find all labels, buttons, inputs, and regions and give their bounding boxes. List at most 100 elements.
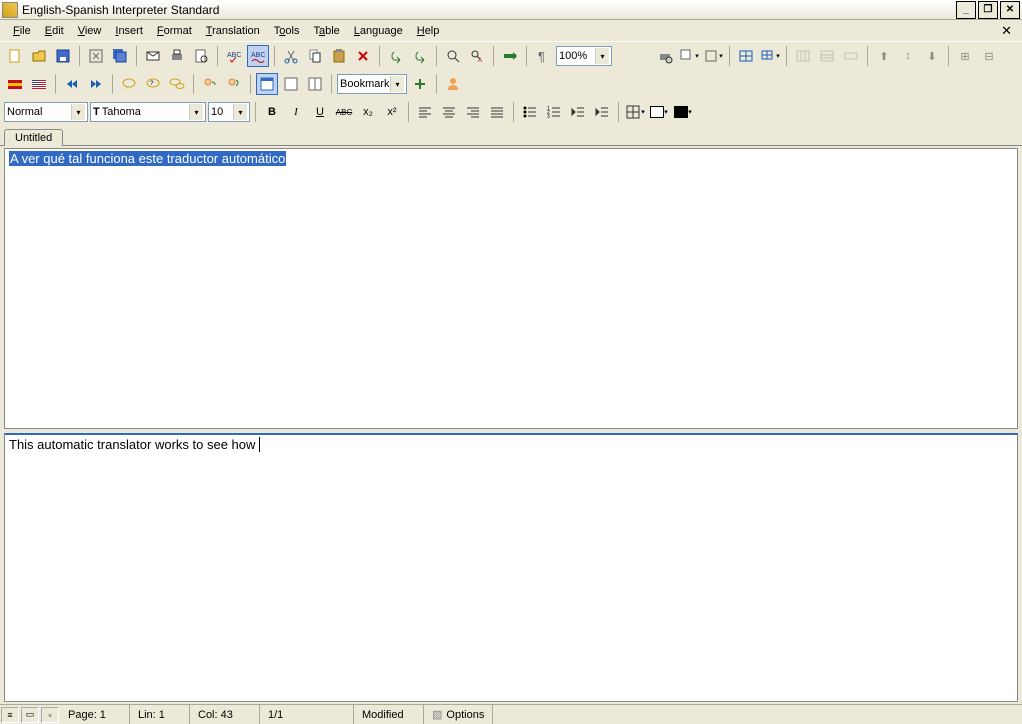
menu-tools[interactable]: Tools [267,23,307,39]
font-combo[interactable]: TTahoma [90,102,206,122]
size-value: 10 [211,106,223,118]
format-toolbar: Normal TTahoma 10 B I U ABC x₂ x² 123 ▾ … [0,98,1022,126]
print-icon[interactable] [166,45,188,67]
target-pane[interactable]: This automatic translator works to see h… [4,433,1018,702]
flag-usa-icon[interactable] [28,73,50,95]
translate-icon[interactable] [499,45,521,67]
numbering-icon[interactable]: 123 [543,101,565,123]
auto-spellcheck-icon[interactable]: ABC [247,45,269,67]
menu-language[interactable]: Language [347,23,410,39]
table-icon[interactable] [735,45,757,67]
subscript-button[interactable]: x₂ [357,101,379,123]
para-mark-icon[interactable]: ¶ [532,45,554,67]
source-pane[interactable]: A ver qué tal funciona este traductor au… [4,148,1018,429]
status-modified: Modified [354,705,424,724]
add-bookmark-icon[interactable] [409,73,431,95]
close-doc-icon[interactable] [85,45,107,67]
align-left-icon[interactable] [414,101,436,123]
indent-icon[interactable] [591,101,613,123]
status-options[interactable]: ▧Options [424,705,493,724]
zoom-combo[interactable]: 100% [556,46,612,66]
outdent-icon[interactable] [567,101,589,123]
menu-help[interactable]: Help [410,23,447,39]
bookmark-combo[interactable]: Bookmark [337,74,407,94]
speak2-icon[interactable] [223,73,245,95]
dropdown2-icon[interactable]: ▾ [702,45,724,67]
undo-icon[interactable] [385,45,407,67]
prev-icon[interactable] [61,73,83,95]
status-line: Lin: 1 [130,705,190,724]
next-icon[interactable] [85,73,107,95]
target-text: This automatic translator works to see h… [9,437,255,452]
open-icon[interactable] [28,45,50,67]
find-icon[interactable] [442,45,464,67]
replace-icon[interactable]: A [466,45,488,67]
view-page-icon[interactable]: ▫ [41,707,59,723]
menu-table[interactable]: Table [306,23,346,39]
user-icon[interactable] [442,73,464,95]
menu-view[interactable]: View [71,23,109,39]
highlight-color-icon[interactable]: ▾ [648,101,670,123]
superscript-button[interactable]: x² [381,101,403,123]
print-settings-icon[interactable] [654,45,676,67]
status-col: Col: 43 [190,705,260,724]
speak1-icon[interactable] [199,73,221,95]
layout-single-icon[interactable] [280,73,302,95]
doc-close-button[interactable]: ✕ [997,23,1016,39]
menu-file[interactable]: File [6,23,38,39]
align-center-icon[interactable] [438,101,460,123]
cut-icon[interactable] [280,45,302,67]
size-combo[interactable]: 10 [208,102,250,122]
translation-toolbar: ? Bookmark [0,70,1022,98]
bubble3-icon[interactable] [166,73,188,95]
view-normal-icon[interactable]: ▭ [21,707,39,723]
spellcheck-icon[interactable]: ABC [223,45,245,67]
bubble1-icon[interactable] [118,73,140,95]
minimize-button[interactable]: _ [956,1,976,19]
new-icon[interactable] [4,45,26,67]
redo-icon[interactable] [409,45,431,67]
style-combo[interactable]: Normal [4,102,88,122]
standard-toolbar: ABC ABC A ¶ 100% ▾ ▾ ▾ ⬆ ↕ ⬇ ⊞ ⊟ [0,42,1022,70]
menu-insert[interactable]: Insert [108,23,150,39]
menu-translation[interactable]: Translation [199,23,267,39]
save-all-icon[interactable] [109,45,131,67]
print-preview-icon[interactable] [190,45,212,67]
align-m-icon: ↕ [897,45,919,67]
maximize-button[interactable]: ❐ [978,1,998,19]
close-button[interactable]: ✕ [1000,1,1020,19]
menu-bar: File Edit View Insert Format Translation… [0,20,1022,42]
mail-icon[interactable] [142,45,164,67]
align-justify-icon[interactable] [486,101,508,123]
layout-side-icon[interactable] [304,73,326,95]
strike-button[interactable]: ABC [333,101,355,123]
delete-icon[interactable] [352,45,374,67]
borders-icon[interactable]: ▾ [624,101,646,123]
status-pages: 1/1 [260,705,354,724]
save-icon[interactable] [52,45,74,67]
source-text: A ver qué tal funciona este traductor au… [9,151,286,166]
split-icon: ⊞ [954,45,976,67]
italic-button[interactable]: I [285,101,307,123]
bubble2-icon[interactable]: ? [142,73,164,95]
svg-text:ABC: ABC [251,52,265,59]
menu-format[interactable]: Format [150,23,199,39]
align-b-icon: ⬇ [921,45,943,67]
dropdown1-icon[interactable]: ▾ [678,45,700,67]
paste-icon[interactable] [328,45,350,67]
layout-split-icon[interactable] [256,73,278,95]
align-right-icon[interactable] [462,101,484,123]
underline-button[interactable]: U [309,101,331,123]
bullets-icon[interactable] [519,101,541,123]
tab-untitled[interactable]: Untitled [4,129,63,146]
svg-text:ABC: ABC [227,52,241,59]
flag-spain-icon[interactable] [4,73,26,95]
bold-button[interactable]: B [261,101,283,123]
menu-edit[interactable]: Edit [38,23,71,39]
app-icon [2,2,18,18]
view-mon-icon[interactable]: ≡ [1,707,19,723]
copy-icon[interactable] [304,45,326,67]
font-color-icon[interactable]: ▾ [672,101,694,123]
bookmark-label: Bookmark [340,78,390,90]
table-dropdown-icon[interactable]: ▾ [759,45,781,67]
